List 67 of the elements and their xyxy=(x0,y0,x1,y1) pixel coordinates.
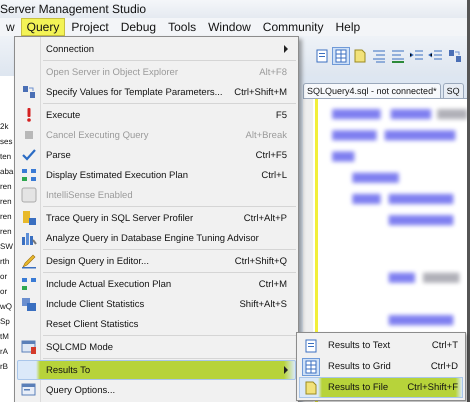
align-icon[interactable] xyxy=(371,48,387,64)
statistics-icon xyxy=(22,298,36,311)
plan-icon xyxy=(22,278,36,290)
profiler-icon xyxy=(23,211,36,225)
results-toolbar-icon[interactable] xyxy=(314,48,330,64)
window-icon xyxy=(22,340,36,354)
menu-bar-item[interactable]: Debug xyxy=(114,18,162,36)
menu-bar-item[interactable]: Tools xyxy=(162,18,202,36)
menu-item[interactable]: Design Query in Editor... Ctrl+Shift+Q xyxy=(17,251,296,271)
tree-item[interactable]: rA xyxy=(0,345,14,359)
menu-item[interactable]: Results To xyxy=(17,360,296,380)
tree-item[interactable]: Sp xyxy=(0,315,14,329)
editor-tab[interactable]: SQLQuery4.sql - not connected* xyxy=(303,83,441,98)
menu-bar-item[interactable]: Community xyxy=(256,18,330,36)
tree-item[interactable]: ten xyxy=(0,150,14,164)
tree-item[interactable]: SW xyxy=(0,240,14,254)
menu-bar-item[interactable]: Help xyxy=(329,18,366,36)
tree-item[interactable]: 2k xyxy=(0,120,14,134)
menu-bar-item[interactable]: w xyxy=(0,18,21,36)
menu-item[interactable]: Results to File Ctrl+Shift+F xyxy=(299,377,463,398)
menu-bar-item[interactable]: Window xyxy=(202,18,257,36)
menu-item[interactable]: Connection xyxy=(17,39,296,59)
menu-item[interactable]: Display Estimated Execution Plan Ctrl+L xyxy=(17,165,296,185)
tree-item[interactable]: rB xyxy=(0,360,14,374)
results-toolbar-icon[interactable] xyxy=(352,48,368,64)
toggle-icon xyxy=(22,188,36,202)
grid-results-icon xyxy=(336,50,346,62)
plan-icon xyxy=(22,169,36,181)
tree-item[interactable]: or xyxy=(0,270,14,284)
menu-bar-item[interactable]: Project xyxy=(65,18,115,36)
comment-icon[interactable] xyxy=(390,48,406,64)
tree-item[interactable]: ren xyxy=(0,195,14,209)
tree-item[interactable]: or xyxy=(0,285,14,299)
menu-item[interactable]: Specify Values for Template Parameters... Ctrl+Shift+M xyxy=(17,82,296,102)
pencil-icon xyxy=(22,254,36,268)
menu-item[interactable]: Include Client Statistics Shift+Alt+S xyxy=(17,294,296,314)
results-toolbar-icon[interactable] xyxy=(333,48,349,64)
tree-item[interactable]: aba xyxy=(0,165,14,179)
exclamation-icon xyxy=(27,108,31,122)
tree-item[interactable]: wQ xyxy=(0,300,14,314)
tree-item[interactable]: ren xyxy=(0,180,14,194)
menu-item[interactable]: Include Actual Execution Plan Ctrl+M xyxy=(17,274,296,294)
checkmark-icon xyxy=(22,149,36,161)
menu-item[interactable]: Trace Query in SQL Server Profiler Ctrl+Alt+P xyxy=(17,208,296,228)
text-results-icon xyxy=(306,339,316,352)
window-title: Server Management Studio xyxy=(0,2,146,16)
editor-tab[interactable]: SQ xyxy=(442,83,464,98)
menu-item[interactable]: Parse Ctrl+F5 xyxy=(17,145,296,165)
menu-bar-item[interactable]: Query xyxy=(20,18,66,36)
stop-icon xyxy=(25,131,33,139)
menu-item[interactable]: Results to Grid Ctrl+D xyxy=(299,356,463,377)
menu-item[interactable]: Reset Client Statistics xyxy=(17,314,296,334)
menu-item[interactable]: Analyze Query in Database Engine Tuning Advisor xyxy=(17,228,296,248)
menu-item[interactable]: Execute F5 xyxy=(17,105,296,125)
tree-item[interactable]: ses xyxy=(0,135,14,149)
chart-icon xyxy=(22,233,37,245)
window-icon xyxy=(22,384,36,396)
menu-item[interactable]: SQLCMD Mode xyxy=(17,337,296,357)
tree-item[interactable]: tM xyxy=(0,330,14,344)
tree-item[interactable]: ren xyxy=(0,225,14,239)
tree-item[interactable]: ren xyxy=(0,210,14,224)
menu-item[interactable]: Results to Text Ctrl+T xyxy=(299,335,463,356)
menu-item[interactable]: Query Options... xyxy=(17,380,296,400)
text-results-icon xyxy=(316,50,328,62)
file-results-icon xyxy=(354,50,366,62)
tree-item[interactable]: rth xyxy=(0,255,14,269)
grid-results-icon xyxy=(306,360,316,373)
